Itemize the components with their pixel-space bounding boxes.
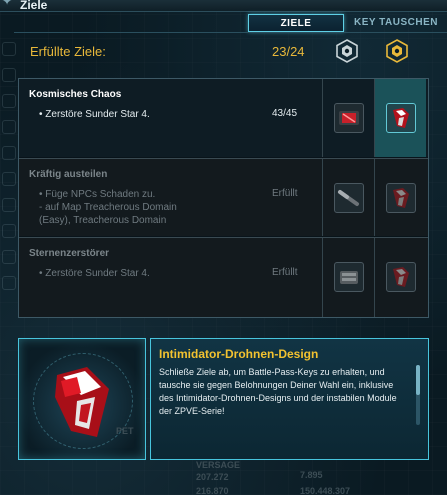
background-label-pet: PET (116, 426, 134, 436)
background-side-icons (0, 30, 18, 360)
reward-detail-panel: Intimidator-Drohnen-Design Schließe Ziel… (150, 338, 429, 460)
objective-row[interactable]: Kräftig austeilen • Füge NPCs Schaden zu… (19, 158, 428, 236)
reward-column (322, 238, 374, 317)
battle-pass-key-gold-icon (386, 39, 408, 63)
reward-slot[interactable] (334, 262, 364, 292)
detail-description: Schließe Ziele ab, um Battle-Pass-Keys z… (159, 367, 397, 416)
tab-bar: ZIELE KEY TAUSCHEN (248, 14, 446, 32)
red-drone-design-icon (393, 267, 409, 287)
background-value: 207.272 (196, 472, 229, 482)
reward-slot[interactable] (386, 262, 416, 292)
reward-slot[interactable] (334, 183, 364, 213)
weapon-barrel-icon (338, 190, 359, 206)
objective-progress: 43/45 (272, 108, 298, 119)
red-drone-design-icon (393, 188, 409, 208)
reward-slot[interactable] (386, 103, 416, 133)
window-titlebar: ✦ Ziele (0, 0, 447, 12)
reward-column (374, 238, 426, 317)
red-drone-design-icon (393, 108, 409, 128)
red-module-icon (339, 111, 359, 125)
objective-row[interactable]: Sternenzerstörer • Zerstöre Sunder Star … (19, 237, 428, 317)
objective-row[interactable]: Kosmisches Chaos • Zerstöre Sunder Star … (19, 79, 428, 157)
tab-key-tauschen[interactable]: KEY TAUSCHEN (346, 14, 446, 32)
objective-description: • Zerstöre Sunder Star 4. (39, 268, 150, 279)
objective-description: • Zerstöre Sunder Star 4. (39, 109, 150, 120)
reward-column (322, 79, 374, 157)
objective-title: Sternenzerstörer (29, 248, 110, 259)
objective-description: • Füge NPCs Schaden zu. - auf Map Treach… (39, 189, 177, 226)
window-title: Ziele (20, 0, 48, 12)
fulfilled-label: Erfüllte Ziele: (30, 44, 106, 59)
background-value: 216.870 (196, 486, 229, 495)
tab-ziele[interactable]: ZIELE (248, 14, 344, 32)
reward-slot[interactable] (386, 183, 416, 213)
background-label-versage: VERSAGE (196, 460, 241, 470)
objectives-icon: ✦ (2, 0, 13, 8)
objectives-list: Kosmisches Chaos • Zerstöre Sunder Star … (18, 78, 429, 318)
detail-scrollbar[interactable] (416, 365, 420, 425)
fulfilled-count: 23/24 (272, 44, 305, 59)
background-value: 7.895 (300, 470, 323, 480)
armor-plate-icon (340, 271, 358, 284)
reward-column (374, 159, 426, 236)
tab-divider (14, 32, 447, 33)
objective-status: Erfüllt (272, 267, 298, 278)
objective-status: Erfüllt (272, 188, 298, 199)
objective-title: Kosmisches Chaos (29, 89, 122, 100)
reward-column (374, 79, 426, 157)
background-value: 150.448.307 (300, 486, 351, 495)
battle-pass-key-silver-icon (336, 39, 358, 63)
objective-title: Kräftig austeilen (29, 169, 108, 180)
reward-column (322, 159, 374, 236)
reward-preview-image (18, 338, 146, 460)
detail-title: Intimidator-Drohnen-Design (159, 347, 319, 361)
reward-slot[interactable] (334, 103, 364, 133)
